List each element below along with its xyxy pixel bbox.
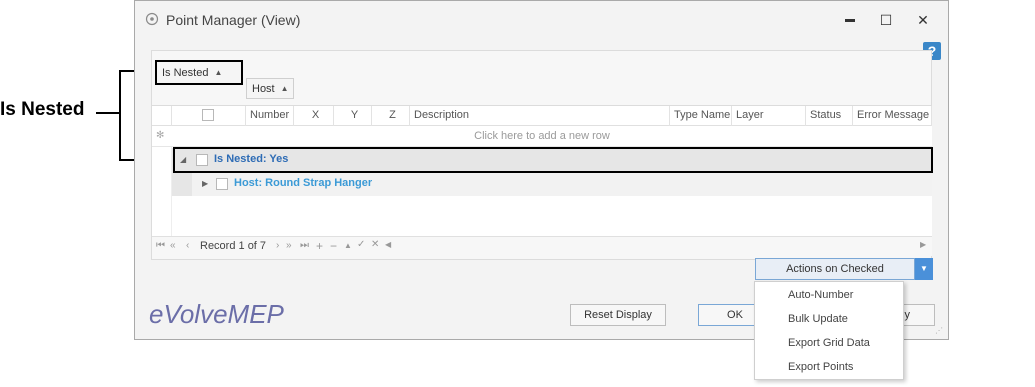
column-header-description[interactable]: Description xyxy=(410,106,670,126)
indicator-column-header xyxy=(152,106,172,126)
expand-icon[interactable]: ▶ xyxy=(202,179,208,188)
group-indent xyxy=(172,172,192,196)
resize-grip-icon[interactable]: ⋰ xyxy=(935,326,945,336)
column-header-number[interactable]: Number xyxy=(246,106,294,126)
new-row-prompt: Click here to add a new row xyxy=(474,130,610,142)
window-title: Point Manager (View) xyxy=(166,12,301,28)
grid-header: Number X Y Z Description Type Name Layer… xyxy=(152,106,932,126)
new-row[interactable]: ✻ Click here to add a new row xyxy=(152,126,932,147)
first-record-icon[interactable]: ⏮ xyxy=(156,240,165,251)
sort-ascending-icon: ▲ xyxy=(214,68,223,77)
actions-on-checked-button[interactable]: Actions on Checked xyxy=(755,258,915,280)
scroll-right-icon[interactable]: ▶ xyxy=(920,240,926,249)
move-up-icon[interactable]: ▲ xyxy=(344,241,352,250)
group-chip-host[interactable]: Host ▲ xyxy=(246,78,294,99)
next-page-icon[interactable]: » xyxy=(286,240,292,251)
select-all-checkbox[interactable] xyxy=(202,109,214,121)
record-navigator: ⏮ « ‹ Record 1 of 7 › » ⏭ + − ▲ ✓ ✕ ◀ ▶ xyxy=(152,236,932,256)
previous-page-icon[interactable]: « xyxy=(170,240,176,251)
actions-menu: Auto-Number Bulk Update Export Grid Data… xyxy=(754,281,904,380)
title-bar: Point Manager (View) ▬ ☐ ✕ xyxy=(135,1,948,39)
column-header-layer[interactable]: Layer xyxy=(732,106,806,126)
minimize-button[interactable]: ▬ xyxy=(837,9,863,31)
grid-panel: Is Nested ▲ Host ▲ Number X Y Z Descriptio… xyxy=(151,50,933,260)
scroll-left-icon[interactable]: ◀ xyxy=(385,240,391,249)
column-header-status[interactable]: Status xyxy=(806,106,853,126)
menu-item-export-grid-data[interactable]: Export Grid Data xyxy=(755,331,903,355)
highlight-outline xyxy=(173,147,933,173)
column-header-error-message[interactable]: Error Message xyxy=(853,106,932,126)
group-chip-label: Host xyxy=(252,83,275,95)
checkbox-column-header[interactable] xyxy=(172,106,246,126)
previous-record-icon[interactable]: ‹ xyxy=(186,240,189,251)
column-header-z[interactable]: Z xyxy=(372,106,410,126)
evolve-mep-logo: eVolveMEP xyxy=(149,299,284,329)
callout-label: Is Nested xyxy=(0,99,85,120)
next-record-icon[interactable]: › xyxy=(276,240,279,251)
group-row-host[interactable]: ▶ Host: Round Strap Hanger xyxy=(192,172,932,196)
group-chip-label: Is Nested xyxy=(162,67,209,79)
menu-item-export-points[interactable]: Export Points xyxy=(755,355,903,379)
row-indicator-column xyxy=(152,147,172,239)
menu-item-auto-number[interactable]: Auto-Number xyxy=(755,283,903,307)
group-row-label: Host: Round Strap Hanger xyxy=(234,177,373,189)
actions-dropdown-chevron-icon[interactable]: ▼ xyxy=(915,258,933,280)
column-header-y[interactable]: Y xyxy=(334,106,372,126)
remove-record-icon[interactable]: − xyxy=(330,239,337,253)
end-edit-icon[interactable]: ✓ xyxy=(357,239,365,250)
record-position: Record 1 of 7 xyxy=(200,240,267,252)
maximize-button[interactable]: ☐ xyxy=(873,9,899,31)
add-record-icon[interactable]: + xyxy=(316,239,323,253)
menu-item-bulk-update[interactable]: Bulk Update xyxy=(755,307,903,331)
group-checkbox[interactable] xyxy=(216,178,228,190)
app-icon xyxy=(145,12,159,26)
last-record-icon[interactable]: ⏭ xyxy=(300,240,309,251)
sort-ascending-icon: ▲ xyxy=(280,84,289,93)
cancel-edit-icon[interactable]: ✕ xyxy=(371,239,379,250)
column-header-type-name[interactable]: Type Name xyxy=(670,106,732,126)
group-chip-is-nested[interactable]: Is Nested ▲ xyxy=(155,60,243,85)
close-button[interactable]: ✕ xyxy=(910,9,936,31)
callout-line-horizontal xyxy=(96,112,120,114)
reset-display-button[interactable]: Reset Display xyxy=(570,304,666,326)
column-header-x[interactable]: X xyxy=(294,106,334,126)
callout-line-vertical xyxy=(119,70,121,160)
